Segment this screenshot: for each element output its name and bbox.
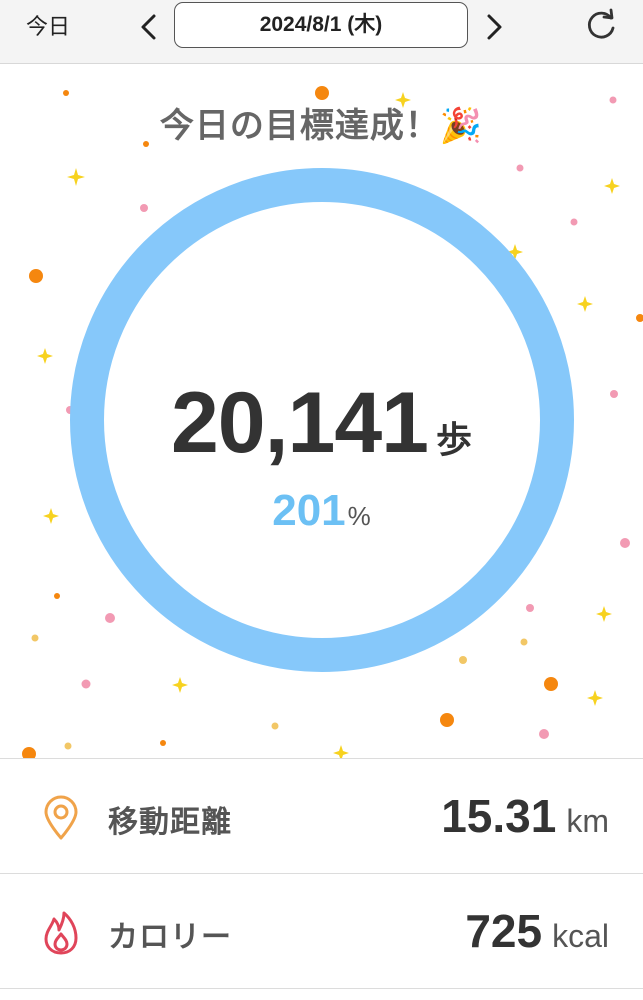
calorie-value: 725 kcal bbox=[465, 904, 609, 958]
today-button[interactable]: 今日 bbox=[26, 12, 70, 42]
goal-percentage-unit: % bbox=[347, 501, 371, 531]
step-count-unit: 歩 bbox=[436, 419, 473, 460]
refresh-button[interactable] bbox=[583, 8, 619, 44]
next-day-button[interactable] bbox=[479, 10, 509, 44]
distance-row: 移動距離 15.31 km bbox=[0, 758, 643, 873]
previous-day-button[interactable] bbox=[134, 10, 164, 44]
date-selector[interactable]: 2024/8/1 (木) bbox=[174, 2, 468, 48]
calorie-label: カロリー bbox=[108, 921, 232, 954]
chevron-right-icon bbox=[487, 14, 502, 40]
location-pin-icon bbox=[44, 795, 78, 840]
distance-unit: km bbox=[566, 803, 609, 839]
flame-icon bbox=[44, 911, 78, 955]
step-count: 20,141 歩 bbox=[0, 374, 643, 473]
distance-number: 15.31 bbox=[441, 790, 557, 842]
chevron-left-icon bbox=[141, 14, 156, 40]
distance-label: 移動距離 bbox=[108, 806, 232, 839]
step-summary: 今日の目標達成！🎉 20,141 歩 201% bbox=[0, 64, 643, 758]
goal-percentage: 201% bbox=[0, 486, 643, 536]
goal-achieved-message: 今日の目標達成！🎉 bbox=[159, 107, 484, 145]
step-count-value: 20,141 bbox=[170, 375, 429, 471]
calorie-unit: kcal bbox=[552, 918, 609, 954]
goal-percentage-value: 201 bbox=[272, 486, 346, 535]
top-bar: 今日 2024/8/1 (木) bbox=[0, 0, 643, 64]
calorie-row: カロリー 725 kcal bbox=[0, 873, 643, 989]
calorie-number: 725 bbox=[465, 905, 543, 957]
distance-value: 15.31 km bbox=[441, 789, 609, 843]
refresh-icon bbox=[587, 8, 615, 39]
